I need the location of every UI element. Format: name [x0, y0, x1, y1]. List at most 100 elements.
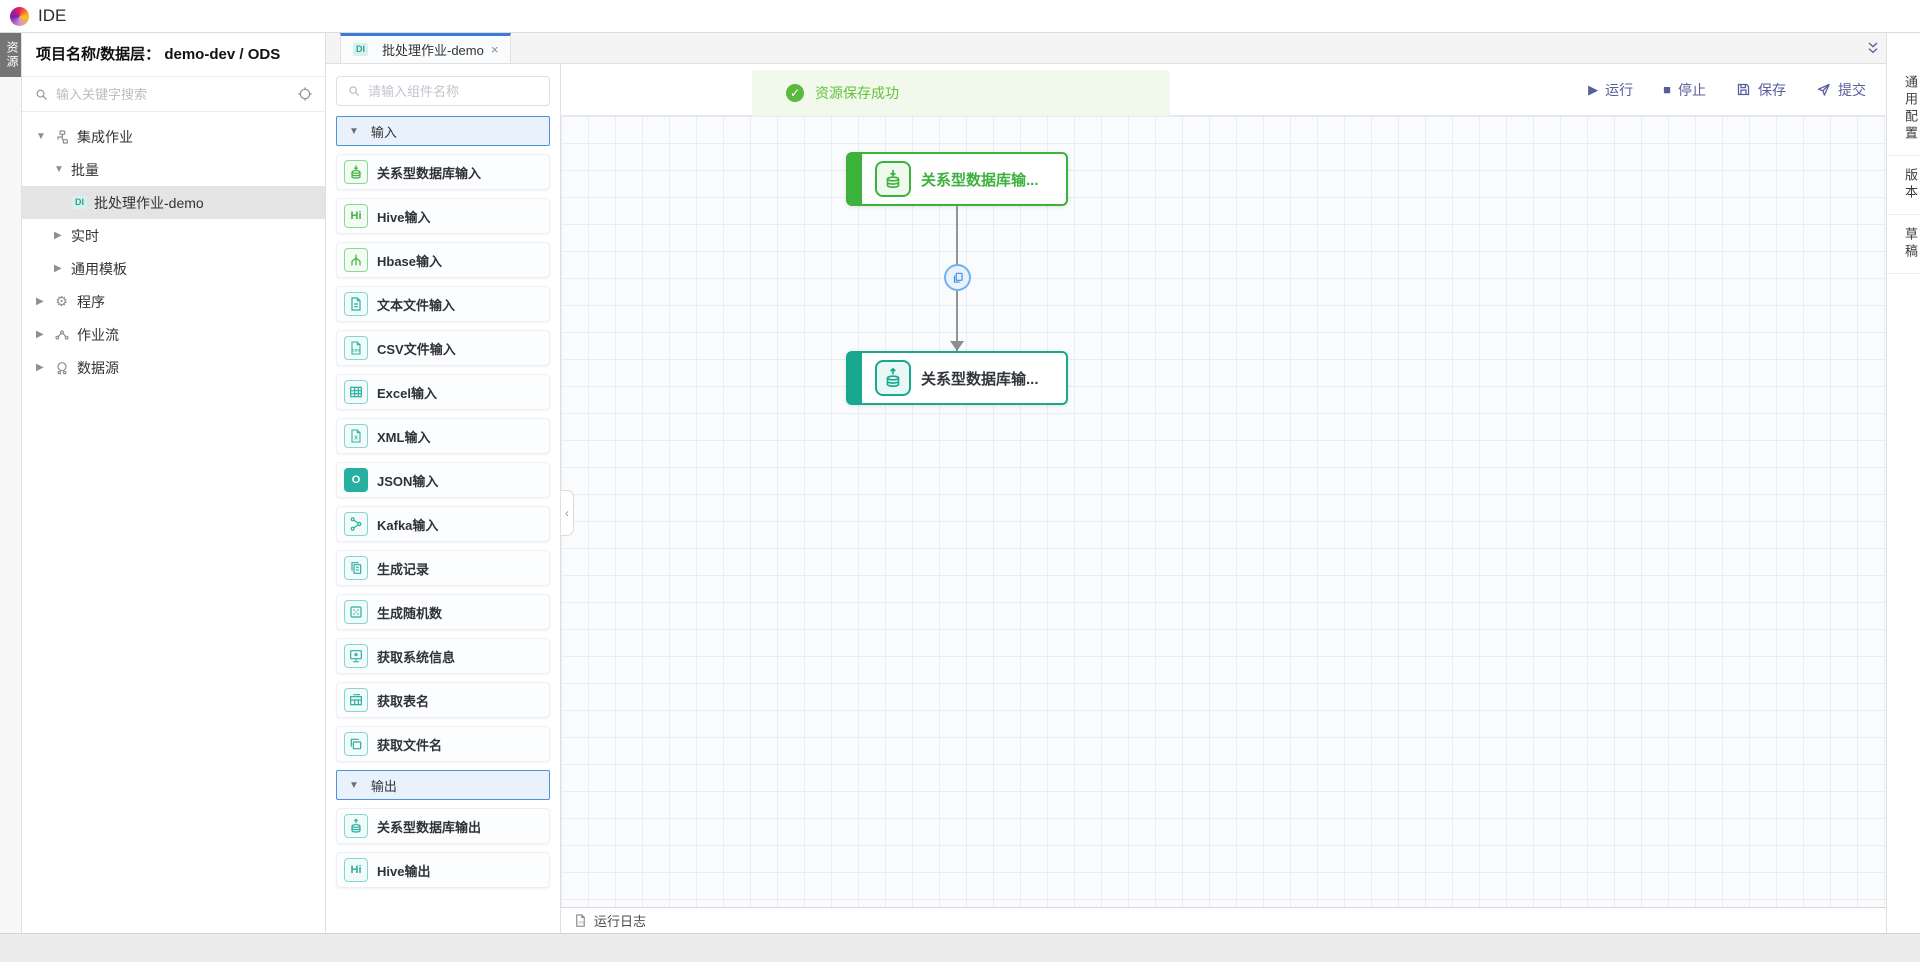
ide-app: IDE 资源 项目名称/数据层： demo-dev / ODS ▼ 集成作业 ▼ — [0, 0, 1920, 962]
palette-item-csv-file-input[interactable]: CSV CSV文件输入 — [336, 330, 550, 366]
caret-right-icon[interactable]: ▶ — [54, 230, 71, 241]
database-output-icon — [344, 814, 368, 838]
tree-item-templates[interactable]: ▶ 通用模板 — [22, 252, 325, 285]
run-log-label: 运行日志 — [594, 914, 647, 929]
palette-item-xml-input[interactable]: X XML输入 — [336, 418, 550, 454]
palette-collapse-handle[interactable]: ‹ — [561, 490, 574, 536]
search-icon — [349, 86, 360, 97]
palette-item-label: JSON输入 — [377, 473, 439, 489]
svg-text:CSV: CSV — [352, 347, 361, 352]
tree-item-label: 批处理作业-demo — [94, 194, 204, 211]
datasource-icon — [53, 359, 70, 376]
close-icon[interactable]: × — [491, 42, 499, 57]
tree-item-batch[interactable]: ▼ 批量 — [22, 153, 325, 186]
stop-button[interactable]: ■ 停止 — [1663, 80, 1706, 100]
caret-right-icon[interactable]: ▶ — [36, 329, 53, 340]
palette-item-label: 获取文件名 — [377, 737, 443, 753]
palette-item-excel-input[interactable]: Excel输入 — [336, 374, 550, 410]
tree-item-realtime[interactable]: ▶ 实时 — [22, 219, 325, 252]
hive-icon: Hi — [344, 858, 368, 882]
left-rail: 资源 — [0, 33, 22, 933]
palette-item-label: 关系型数据库输出 — [377, 819, 482, 835]
project-sidebar: 项目名称/数据层： demo-dev / ODS ▼ 集成作业 ▼ 批量 DI … — [22, 33, 326, 933]
submit-button[interactable]: 提交 — [1816, 80, 1866, 100]
run-button[interactable]: ▶ 运行 — [1588, 80, 1633, 100]
palette-item-text-file-input[interactable]: 文本文件输入 — [336, 286, 550, 322]
dice-icon — [344, 600, 368, 624]
top-bar: IDE — [0, 0, 1920, 33]
save-button[interactable]: 保存 — [1736, 80, 1786, 100]
tree-item-datasources[interactable]: ▶ 数据源 — [22, 351, 325, 384]
project-header-value: demo-dev / ODS — [164, 46, 281, 63]
node-accent-bar — [848, 154, 862, 204]
palette-item-get-file-name[interactable]: 获取文件名 — [336, 726, 550, 762]
tree-item-batch-job-demo[interactable]: DI 批处理作业-demo — [22, 186, 325, 219]
palette-item-get-table-name[interactable]: 获取表名 — [336, 682, 550, 718]
palette-item-get-system-info[interactable]: 获取系统信息 — [336, 638, 550, 674]
palette-item-generate-random[interactable]: 生成随机数 — [336, 594, 550, 630]
rail-tab-resources[interactable]: 资源 — [0, 33, 21, 77]
flow-canvas[interactable]: ‹ 关系型数据库输... 关系型数据库输... — [561, 116, 1886, 907]
edge-copy-badge[interactable] — [944, 264, 971, 291]
double-chevron-down-icon[interactable] — [1862, 37, 1884, 59]
tree-item-label: 实时 — [71, 227, 99, 244]
tree-item-integration-jobs[interactable]: ▼ 集成作业 — [22, 120, 325, 153]
palette-item-hive-output[interactable]: Hi Hive输出 — [336, 852, 550, 888]
palette-item-hbase-input[interactable]: Hbase输入 — [336, 242, 550, 278]
kafka-icon — [344, 512, 368, 536]
palette-item-label: 文本文件输入 — [377, 297, 456, 313]
text-file-icon — [344, 292, 368, 316]
palette-item-label: CSV文件输入 — [377, 341, 456, 357]
di-badge: DI — [72, 196, 87, 209]
node-label: 关系型数据库输... — [921, 370, 1039, 388]
locate-icon[interactable] — [297, 86, 313, 102]
palette-item-generate-records[interactable]: 生成记录 — [336, 550, 550, 586]
tree-item-label: 数据源 — [77, 359, 119, 376]
tree-item-programs[interactable]: ▶ ⚙ 程序 — [22, 285, 325, 318]
node-db-input[interactable]: 关系型数据库输... — [846, 152, 1068, 206]
xml-file-icon: X — [344, 424, 368, 448]
tab-label: 批处理作业-demo — [382, 43, 484, 58]
palette-item-label: 生成记录 — [377, 561, 430, 577]
success-check-icon: ✓ — [786, 84, 804, 102]
palette-item-json-input[interactable]: O JSON输入 — [336, 462, 550, 498]
tree-item-workflows[interactable]: ▶ 作业流 — [22, 318, 325, 351]
palette-item-db-output[interactable]: 关系型数据库输出 — [336, 808, 550, 844]
palette-item-kafka-input[interactable]: Kafka输入 — [336, 506, 550, 542]
tab-batch-job-demo[interactable]: DI 批处理作业-demo × — [340, 33, 512, 63]
palette-section-output[interactable]: ▼ 输出 — [336, 770, 550, 800]
success-toast: ✓ 资源保存成功 — [752, 70, 1170, 116]
sidebar-search — [22, 77, 325, 112]
search-icon — [36, 89, 47, 100]
caret-right-icon[interactable]: ▶ — [36, 296, 53, 307]
rail-tab-draft[interactable]: 草稿 — [1887, 215, 1920, 274]
csv-file-icon: CSV — [344, 336, 368, 360]
run-log-bar[interactable]: LOG 运行日志 — [561, 907, 1886, 933]
rail-tab-general-config[interactable]: 通用配置 — [1887, 63, 1920, 156]
node-label: 关系型数据库输... — [921, 171, 1039, 189]
sidebar-search-input[interactable] — [56, 86, 290, 102]
caret-right-icon[interactable]: ▶ — [36, 362, 53, 373]
palette-item-label: 获取表名 — [377, 693, 430, 709]
monitor-icon — [344, 644, 368, 668]
palette-item-hive-input[interactable]: Hi Hive输入 — [336, 198, 550, 234]
doc-stack-icon — [344, 556, 368, 580]
node-db-output[interactable]: 关系型数据库输... — [846, 351, 1068, 405]
log-file-icon: LOG — [576, 914, 585, 927]
caret-down-icon[interactable]: ▼ — [54, 164, 71, 175]
palette-item-db-input[interactable]: 关系型数据库输入 — [336, 154, 550, 190]
palette-item-label: Hive输出 — [377, 863, 431, 879]
tree-item-label: 作业流 — [77, 326, 119, 343]
node-accent-bar — [848, 353, 862, 403]
rail-tab-version[interactable]: 版本 — [1887, 156, 1920, 215]
palette-item-label: Kafka输入 — [377, 517, 439, 533]
tree-item-label: 集成作业 — [77, 128, 133, 145]
palette-search-input[interactable] — [368, 83, 539, 99]
caret-down-icon[interactable]: ▼ — [36, 131, 53, 142]
send-icon — [1817, 83, 1830, 96]
caret-right-icon[interactable]: ▶ — [54, 263, 71, 274]
section-title: 输入 — [370, 124, 397, 140]
palette-section-input[interactable]: ▼ 输入 — [336, 116, 550, 146]
excel-table-icon — [344, 380, 368, 404]
palette-item-label: Excel输入 — [377, 385, 437, 401]
